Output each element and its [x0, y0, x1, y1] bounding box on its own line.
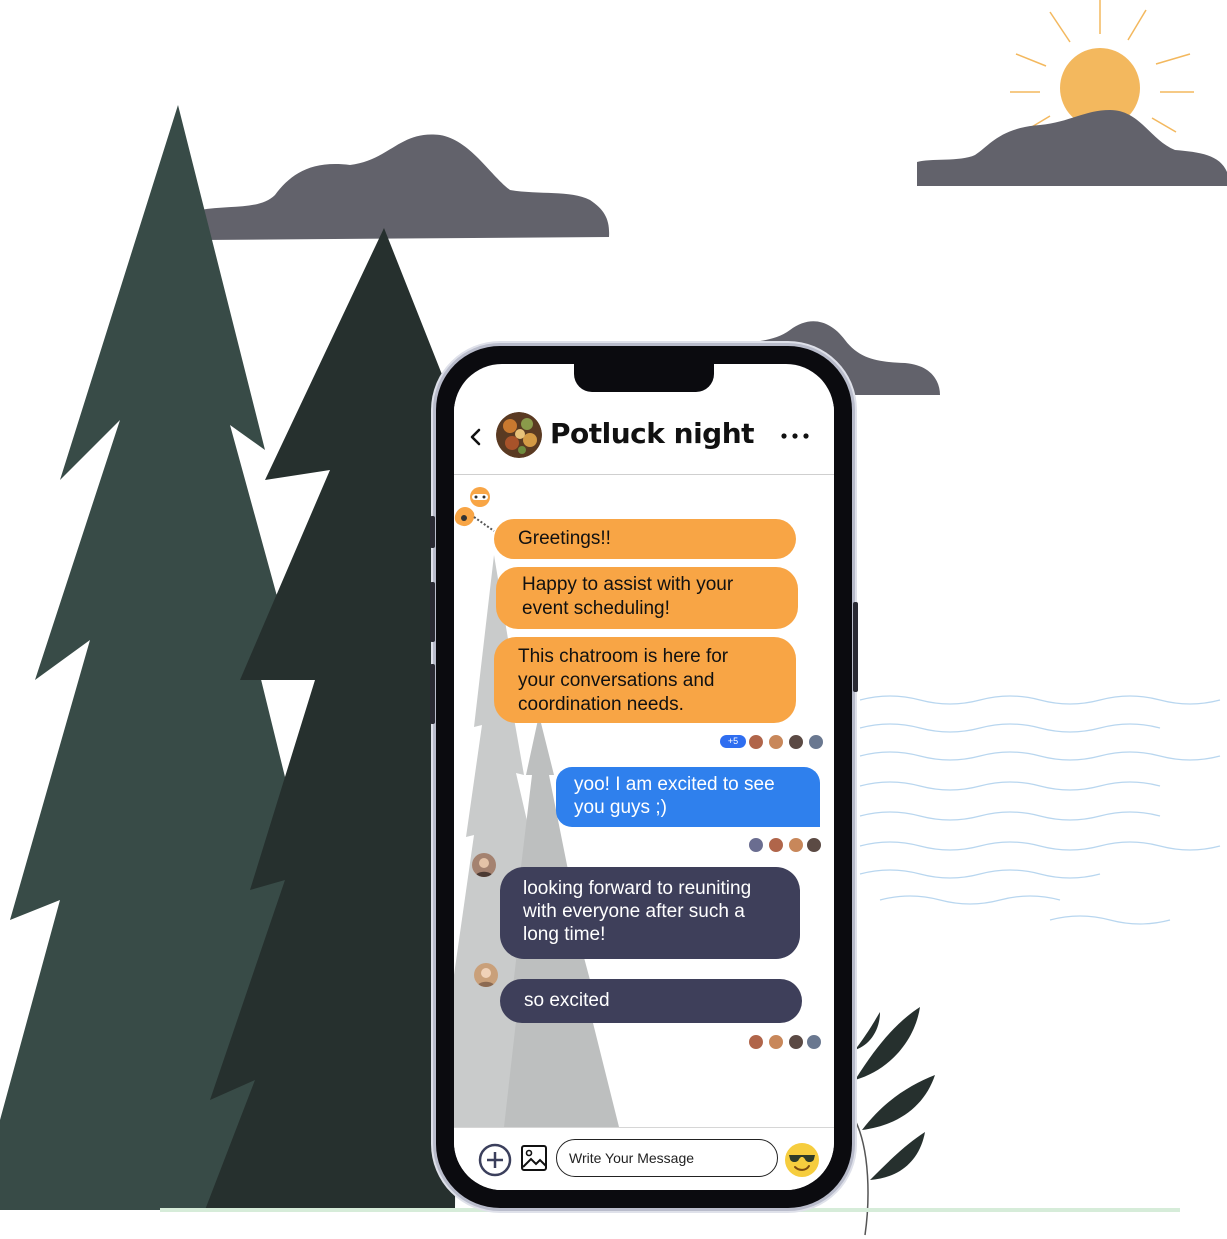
- image-icon[interactable]: [520, 1144, 548, 1172]
- bot-avatar: [454, 487, 495, 532]
- water-waves: [859, 695, 1221, 925]
- cloud: [917, 110, 1227, 186]
- chevron-left-icon[interactable]: [468, 426, 484, 448]
- reader-avatar: [748, 1034, 764, 1050]
- phone-frame: Potluck night Greetings!! Happy to assis…: [430, 346, 858, 1208]
- reader-avatar: [806, 837, 822, 853]
- plus-circle-icon[interactable]: [478, 1143, 512, 1177]
- notch: [574, 364, 714, 392]
- mute-switch: [430, 516, 435, 548]
- message-bubble-received[interactable]: so excited: [500, 979, 802, 1023]
- power-button: [853, 602, 858, 692]
- sunglasses-emoji-icon[interactable]: [784, 1142, 820, 1178]
- message-bubble-bot[interactable]: Greetings!!: [494, 519, 796, 559]
- phone-screen: Potluck night Greetings!! Happy to assis…: [454, 364, 834, 1190]
- message-bubble-bot[interactable]: This chatroom is here for your conversat…: [494, 637, 796, 723]
- reader-avatar: [806, 1034, 822, 1050]
- chat-header: Potluck night: [454, 404, 834, 475]
- reader-avatar: [788, 837, 804, 853]
- reader-avatar: [748, 837, 764, 853]
- group-avatar[interactable]: [496, 412, 542, 458]
- message-input[interactable]: [556, 1139, 778, 1177]
- message-text: This chatroom is here for your conversat…: [518, 646, 729, 715]
- volume-down-button: [430, 664, 435, 724]
- message-composer: [454, 1127, 834, 1190]
- message-bubble-bot[interactable]: Happy to assist with your event scheduli…: [496, 567, 798, 629]
- member-avatar[interactable]: [472, 853, 496, 877]
- read-receipts[interactable]: [748, 837, 828, 853]
- chat-title: Potluck night: [550, 417, 755, 450]
- read-count-badge: +5: [720, 735, 746, 748]
- member-avatar[interactable]: [474, 963, 498, 987]
- message-list[interactable]: Greetings!! Happy to assist with your ev…: [454, 475, 834, 1127]
- read-receipts[interactable]: [748, 1034, 828, 1050]
- message-text: yoo! I am excited to see you guys ;): [574, 774, 775, 818]
- reader-avatar: [768, 734, 784, 750]
- cloud: [200, 134, 610, 240]
- more-horizontal-icon[interactable]: [780, 432, 810, 440]
- message-text: Happy to assist with your event scheduli…: [522, 574, 734, 619]
- volume-up-button: [430, 582, 435, 642]
- reader-avatar: [788, 1034, 804, 1050]
- plant: [854, 1007, 935, 1236]
- reader-avatar: [748, 734, 764, 750]
- reader-avatar: [768, 1034, 784, 1050]
- reader-avatar: [768, 837, 784, 853]
- reader-avatar: [788, 734, 804, 750]
- read-receipts[interactable]: +5: [720, 734, 830, 750]
- message-bubble-received[interactable]: looking forward to reuniting with everyo…: [500, 867, 800, 959]
- message-bubble-sent[interactable]: yoo! I am excited to see you guys ;): [556, 767, 820, 827]
- message-text: so excited: [524, 990, 610, 1011]
- message-text: looking forward to reuniting with everyo…: [523, 878, 752, 945]
- reader-avatar: [808, 734, 824, 750]
- message-text: Greetings!!: [518, 528, 611, 549]
